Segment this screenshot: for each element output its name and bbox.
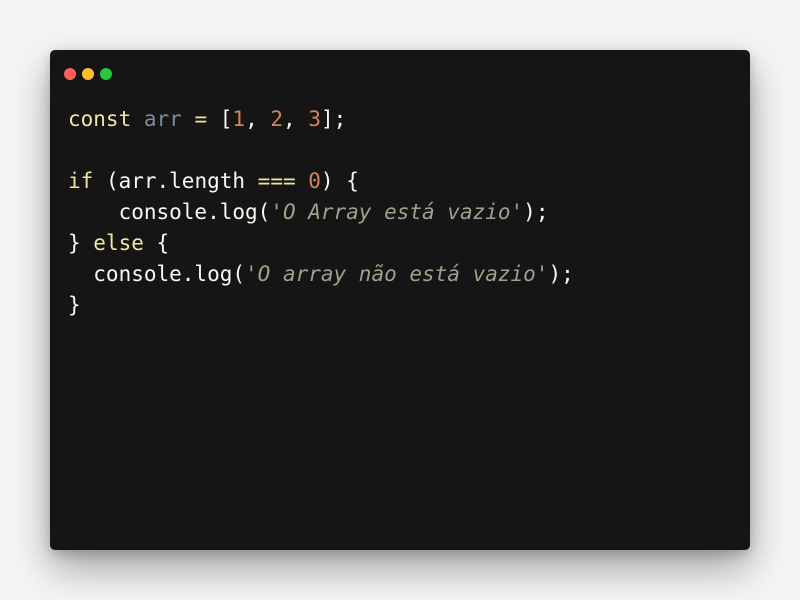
code-line: if (arr.length === 0) {: [68, 166, 574, 197]
code-token-plain: }: [68, 231, 94, 255]
code-line: console.log('O Array está vazio');: [68, 197, 574, 228]
code-token-plain: );: [523, 200, 549, 224]
code-window: const arr = [1, 2, 3]; if (arr.length ===…: [50, 50, 750, 550]
code-token-num: 0: [308, 169, 321, 193]
code-token-num: 2: [270, 107, 284, 131]
code-line: }: [68, 290, 574, 321]
code-token-num: 1: [232, 107, 246, 131]
code-token-str: 'O array não está vazio': [245, 262, 549, 286]
maximize-dot-icon[interactable]: [100, 68, 112, 80]
close-dot-icon[interactable]: [64, 68, 76, 80]
code-line: } else {: [68, 228, 574, 259]
code-token-plain: (arr.length: [93, 169, 258, 193]
code-token-kw: if: [68, 169, 94, 193]
code-block: const arr = [1, 2, 3]; if (arr.length ===…: [68, 104, 574, 321]
code-token-plain: ) {: [320, 169, 359, 193]
code-token-plain: );: [548, 262, 574, 286]
code-line: console.log('O array não está vazio');: [68, 259, 574, 290]
code-token-plain: ,: [283, 107, 309, 131]
code-token-str: 'O Array está vazio': [270, 200, 524, 224]
code-token-kw: else: [93, 231, 144, 255]
code-token-plain: ];: [320, 107, 347, 131]
code-token-plain: [: [207, 107, 233, 131]
code-token-plain: console.log(: [68, 200, 271, 224]
code-token-plain: ,: [245, 107, 271, 131]
window-controls: [64, 68, 112, 80]
code-token-plain: }: [68, 293, 81, 317]
minimize-dot-icon[interactable]: [82, 68, 94, 80]
code-token-num: 3: [308, 107, 321, 131]
code-token-op: =: [194, 107, 208, 131]
code-token-kw: const: [68, 107, 132, 131]
code-line: const arr = [1, 2, 3];: [68, 104, 574, 135]
code-token-op: ===: [257, 169, 296, 193]
code-token-plain: console.log(: [68, 262, 246, 286]
code-token-var: arr: [143, 107, 182, 131]
code-token-plain: {: [143, 231, 170, 255]
